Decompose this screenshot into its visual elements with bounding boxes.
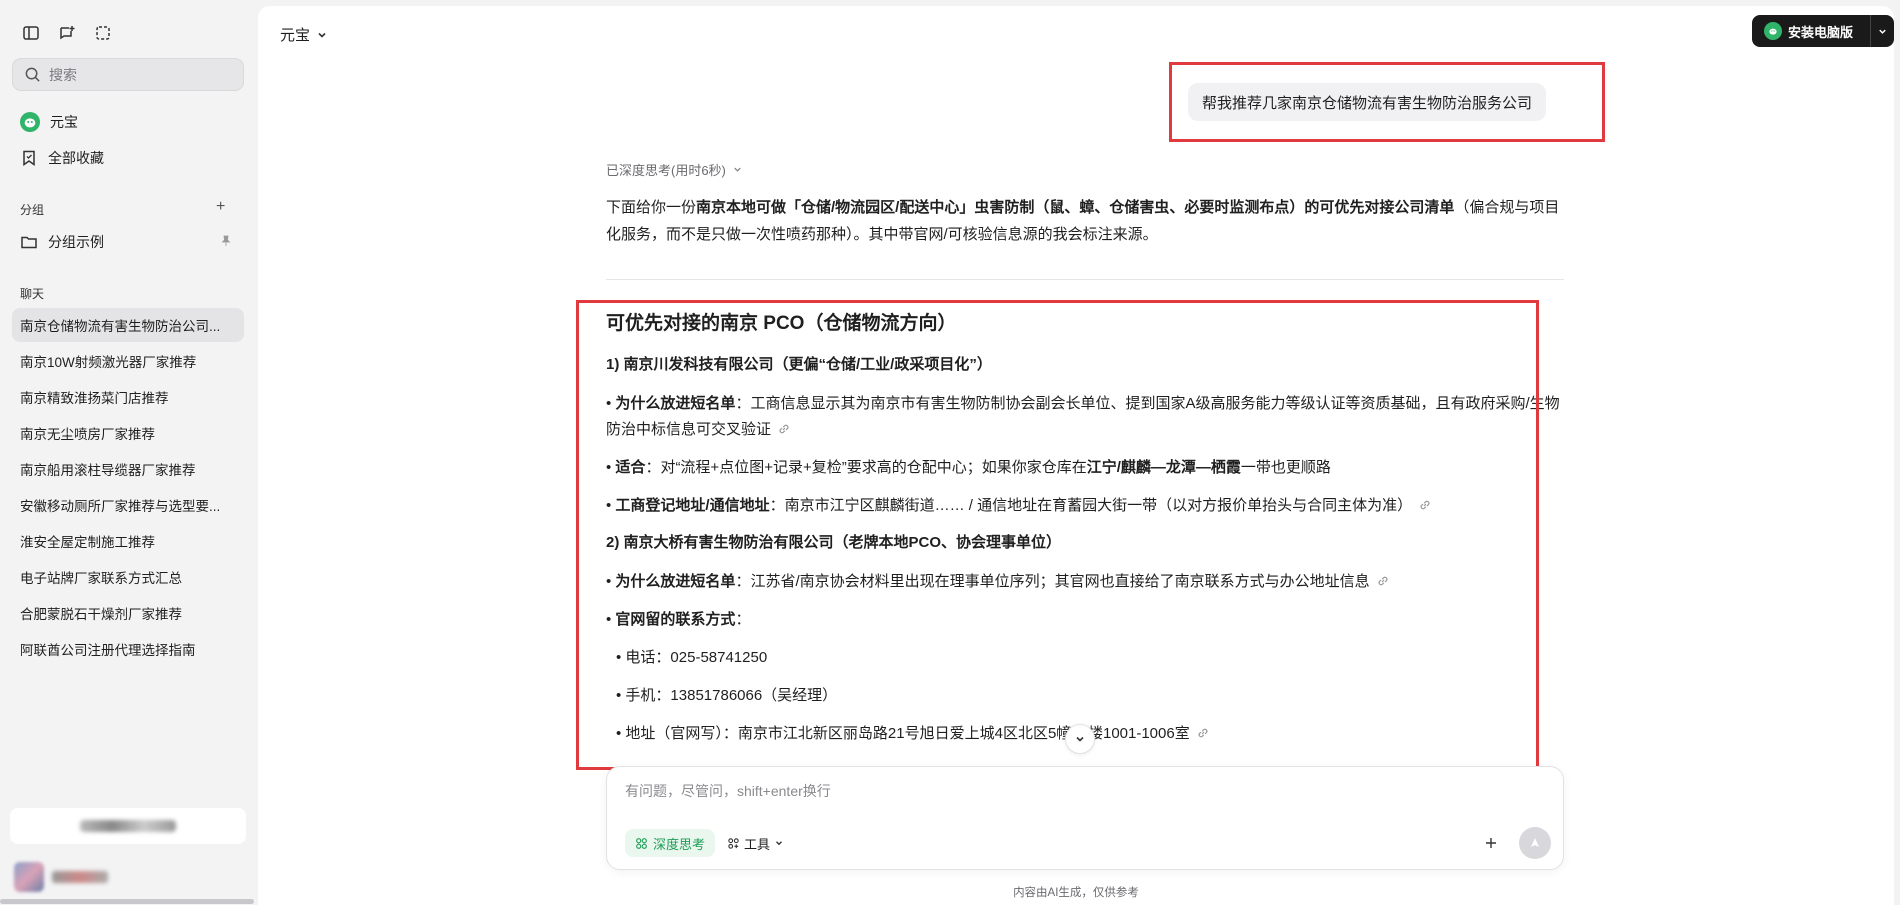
select-area-icon[interactable] [92,22,114,44]
chevron-down-icon [318,32,326,38]
blurred-text [80,820,176,832]
chevron-down-icon [776,841,782,846]
composer: 深度思考 工具 [606,766,1564,870]
yuanbao-logo-icon [20,112,40,132]
deep-think-icon [636,837,647,849]
model-selector[interactable]: 元宝 [280,24,328,45]
chat-list: 南京仓储物流有害生物防治公司... 南京10W射频激光器厂家推荐 南京精致淮扬菜… [12,308,244,668]
user-profile[interactable] [14,862,108,892]
install-options-chevron-icon[interactable] [1870,15,1894,47]
highlight-box-user-message [1169,62,1605,142]
ai-disclaimer: 内容由AI生成，仅供参考 [1013,887,1139,899]
chevron-down-icon [734,167,741,172]
bookmark-icon [23,150,35,166]
divider [606,279,1564,280]
deep-think-status-label: 已深度思考(用时6秒) [606,163,726,178]
chat-item[interactable]: 南京精致淮扬菜门店推荐 [12,380,244,414]
user-name-blurred [52,871,108,883]
chat-item[interactable]: 淮安全屋定制施工推荐 [12,524,244,558]
group-item-label: 分组示例 [48,234,104,250]
search-icon [25,67,40,82]
main-panel: 元宝 安装电脑版 帮我推荐几家南京仓储物流有害生物防治服务公司 已深度思考(用时… [258,6,1894,905]
nav-yuanbao[interactable]: 元宝 [12,106,244,138]
message-input[interactable] [625,781,1525,811]
model-name: 元宝 [280,27,311,44]
intro-text: 下面给你一份 [606,199,697,216]
tools-icon [728,837,739,849]
install-desktop-main[interactable]: 安装电脑版 [1752,15,1870,47]
tools-label: 工具 [744,836,771,852]
scroll-to-bottom-button[interactable] [1065,724,1095,754]
nav-all-favorites-label: 全部收藏 [48,150,104,166]
deep-think-label: 深度思考 [653,836,706,852]
nav-all-favorites[interactable]: 全部收藏 [12,142,244,174]
folder-icon [21,236,37,249]
search-box[interactable] [12,58,244,91]
send-button[interactable] [1519,827,1551,859]
send-arrow-icon [1531,838,1539,847]
sidebar: 元宝 全部收藏 分组 + 分组示例 聊天 南京仓储物流有害生物防治公司... 南… [0,0,256,905]
chat-item[interactable]: 阿联酋公司注册代理选择指南 [12,632,244,666]
deep-think-toggle[interactable]: 深度思考 [625,829,716,857]
tools-dropdown[interactable]: 工具 [727,829,784,857]
chat-item[interactable]: 合肥蒙脱石干燥剂厂家推荐 [12,596,244,630]
highlight-box-answer [576,300,1539,770]
add-attachment-icon[interactable] [1479,831,1503,855]
chats-section-label: 聊天 [20,287,45,301]
chevron-down-icon [1076,736,1084,742]
groups-section-label: 分组 [20,203,45,217]
avatar [14,862,44,892]
deep-think-status[interactable]: 已深度思考(用时6秒) [606,160,743,179]
sidebar-scrollbar[interactable] [0,899,254,904]
chat-item[interactable]: 南京船用滚柱导缆器厂家推荐 [12,452,244,486]
chat-item[interactable]: 电子站牌厂家联系方式汇总 [12,560,244,594]
pin-icon[interactable] [220,235,232,247]
chat-item[interactable]: 安徽移动厕所厂家推荐与选型要... [12,488,244,522]
chat-item[interactable]: 南京仓储物流有害生物防治公司... [12,308,244,342]
intro-bold: 南京本地可做「仓储/物流园区/配送中心」虫害防制（鼠、蟑、仓储害虫、必要时监测布… [696,199,1455,216]
group-item-example[interactable]: 分组示例 [12,226,244,258]
install-desktop-button: 安装电脑版 [1752,15,1894,47]
toggle-sidebar-icon[interactable] [20,22,42,44]
install-desktop-label: 安装电脑版 [1788,24,1854,40]
chat-item[interactable]: 南京10W射频激光器厂家推荐 [12,344,244,378]
sidebar-promo-blurred[interactable] [10,808,246,844]
new-chat-icon[interactable] [56,22,78,44]
chat-item[interactable]: 南京无尘喷房厂家推荐 [12,416,244,450]
nav-yuanbao-label: 元宝 [50,114,78,130]
yuanbao-logo-icon [1764,22,1782,40]
assistant-intro: 下面给你一份南京本地可做「仓储/物流园区/配送中心」虫害防制（鼠、蟑、仓储害虫、… [606,194,1562,248]
search-input[interactable] [49,66,229,83]
add-group-icon[interactable]: + [216,198,225,216]
sidebar-toolbar [20,22,114,44]
